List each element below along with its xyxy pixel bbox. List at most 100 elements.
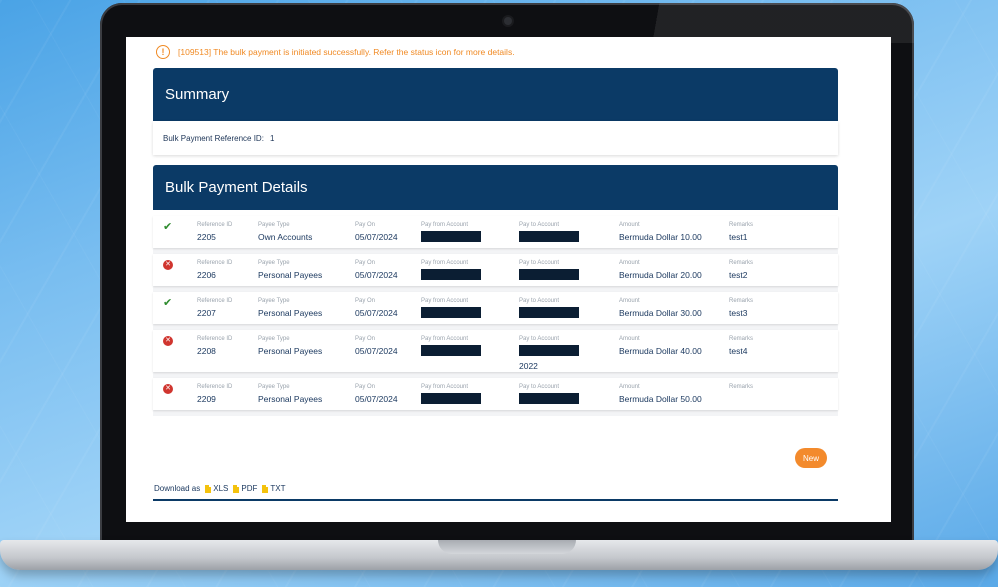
- pay-from-label: Pay from Account: [421, 384, 469, 390]
- download-xls-link[interactable]: XLS: [205, 484, 228, 493]
- success-alert: ! [109513] The bulk payment is initiated…: [156, 45, 515, 59]
- reference-id-value: 2205: [197, 232, 216, 242]
- redacted-account: [421, 307, 481, 318]
- amount-label: Amount: [619, 298, 640, 304]
- pay-from-cell: Pay from Account: [421, 336, 481, 356]
- remarks-value: test1: [729, 232, 748, 242]
- check-icon[interactable]: ✔: [163, 298, 173, 309]
- pay-on-label: Pay On: [355, 298, 376, 304]
- payee-type-cell: Payee Type Personal Payees: [258, 384, 322, 404]
- pay-on-value: 05/07/2024: [355, 270, 398, 280]
- pay-on-cell: Pay On 05/07/2024: [355, 384, 398, 404]
- pay-on-value: 05/07/2024: [355, 346, 398, 356]
- amount-cell: Amount Bermuda Dollar 30.00: [619, 298, 702, 318]
- download-pdf-link[interactable]: PDF: [233, 484, 257, 493]
- reference-id-cell: Reference ID 2208: [197, 336, 232, 356]
- download-pdf-label: PDF: [241, 484, 258, 493]
- remarks-value: test3: [729, 308, 748, 318]
- file-icon: [205, 484, 212, 493]
- reference-id-label: Reference ID: [197, 222, 233, 228]
- check-icon[interactable]: ✔: [163, 222, 173, 233]
- payee-type-value: Personal Payees: [258, 394, 323, 404]
- download-txt-link[interactable]: TXT: [262, 484, 285, 493]
- laptop-base-notch: [438, 540, 576, 554]
- file-icon: [233, 484, 240, 493]
- alert-text: [109513] The bulk payment is initiated s…: [178, 47, 515, 57]
- summary-body: Bulk Payment Reference ID: 1: [153, 121, 838, 155]
- payment-row: ✔ Reference ID 2207 Payee Type Personal Paye…: [153, 292, 838, 324]
- pay-to-cell: Pay to Account: [519, 260, 579, 280]
- amount-value: Bermuda Dollar 40.00: [619, 346, 702, 356]
- payment-row: ✕ Reference ID 2206 Payee Type Personal Paye…: [153, 254, 838, 286]
- reference-id-value: 2206: [197, 270, 216, 280]
- pay-from-cell: Pay from Account: [421, 260, 481, 280]
- amount-value: Bermuda Dollar 20.00: [619, 270, 702, 280]
- reference-id-value: 1: [269, 133, 275, 143]
- pay-to-label: Pay to Account: [519, 222, 560, 228]
- payee-type-value: Personal Payees: [258, 346, 323, 356]
- remarks-cell: Remarks test3: [729, 298, 753, 318]
- pay-on-label: Pay On: [355, 260, 376, 266]
- reference-id-cell: Reference ID 2205: [197, 222, 232, 242]
- remarks-label: Remarks: [729, 260, 754, 266]
- pay-on-cell: Pay On 05/07/2024: [355, 336, 398, 356]
- payee-type-cell: Payee Type Personal Payees: [258, 298, 322, 318]
- payee-type-label: Payee Type: [258, 336, 290, 342]
- pay-from-cell: Pay from Account: [421, 384, 481, 404]
- remarks-cell: Remarks test2: [729, 260, 753, 280]
- details-title: Bulk Payment Details: [165, 179, 308, 196]
- exclamation-icon: !: [156, 45, 170, 59]
- laptop-base: [0, 540, 998, 570]
- amount-label: Amount: [619, 222, 640, 228]
- payee-type-label: Payee Type: [258, 222, 290, 228]
- pay-on-value: 05/07/2024: [355, 232, 398, 242]
- reference-id-label: Reference ID: [197, 298, 233, 304]
- remarks-cell: Remarks test4: [729, 336, 753, 356]
- download-xls-label: XLS: [213, 484, 229, 493]
- payment-list: ✔ Reference ID 2205 Payee Type Own Accounts P…: [153, 216, 838, 416]
- amount-cell: Amount Bermuda Dollar 40.00: [619, 336, 702, 356]
- pay-to-label: Pay to Account: [519, 260, 560, 266]
- payee-type-label: Payee Type: [258, 298, 290, 304]
- payee-type-value: Own Accounts: [258, 232, 313, 242]
- redacted-account: [519, 307, 579, 318]
- pay-to-cell: Pay to Account: [519, 384, 579, 404]
- pay-to-label: Pay to Account: [519, 298, 560, 304]
- redacted-account: [519, 345, 579, 356]
- download-label: Download as: [154, 484, 201, 493]
- error-x-icon[interactable]: ✕: [163, 384, 173, 394]
- download-bar: Download as XLS PDF TXT: [154, 484, 285, 493]
- payment-row: ✔ Reference ID 2205 Payee Type Own Accounts P…: [153, 216, 838, 248]
- pay-from-label: Pay from Account: [421, 222, 469, 228]
- pay-on-label: Pay On: [355, 222, 376, 228]
- download-txt-label: TXT: [270, 484, 286, 493]
- pay-to-label: Pay to Account: [519, 384, 560, 390]
- pay-from-label: Pay from Account: [421, 336, 469, 342]
- redacted-account: [519, 231, 579, 242]
- reference-id-cell: Reference ID 2206: [197, 260, 232, 280]
- amount-value: Bermuda Dollar 10.00: [619, 232, 702, 242]
- amount-cell: Amount Bermuda Dollar 20.00: [619, 260, 702, 280]
- pay-to-cell: Pay to Account: [519, 298, 579, 318]
- pay-on-cell: Pay On 05/07/2024: [355, 298, 398, 318]
- redacted-account: [519, 269, 579, 280]
- payee-type-label: Payee Type: [258, 384, 290, 390]
- new-button[interactable]: New: [795, 448, 827, 468]
- reference-id-cell: Reference ID 2209: [197, 384, 232, 404]
- pay-on-value: 05/07/2024: [355, 308, 398, 318]
- error-x-icon[interactable]: ✕: [163, 336, 173, 346]
- remarks-label: Remarks: [729, 222, 754, 228]
- payee-type-cell: Payee Type Own Accounts: [258, 222, 312, 242]
- amount-label: Amount: [619, 336, 640, 342]
- pay-to-extra: 2022: [519, 361, 538, 371]
- payee-type-cell: Payee Type Personal Payees: [258, 260, 322, 280]
- redacted-account: [421, 269, 481, 280]
- details-header: Bulk Payment Details: [153, 165, 838, 210]
- amount-cell: Amount Bermuda Dollar 50.00: [619, 384, 702, 404]
- amount-value: Bermuda Dollar 50.00: [619, 394, 702, 404]
- reference-id-value: 2209: [197, 394, 216, 404]
- divider: [153, 499, 838, 501]
- laptop-screen: ! [109513] The bulk payment is initiated…: [126, 37, 891, 522]
- error-x-icon[interactable]: ✕: [163, 260, 173, 270]
- payee-type-value: Personal Payees: [258, 270, 323, 280]
